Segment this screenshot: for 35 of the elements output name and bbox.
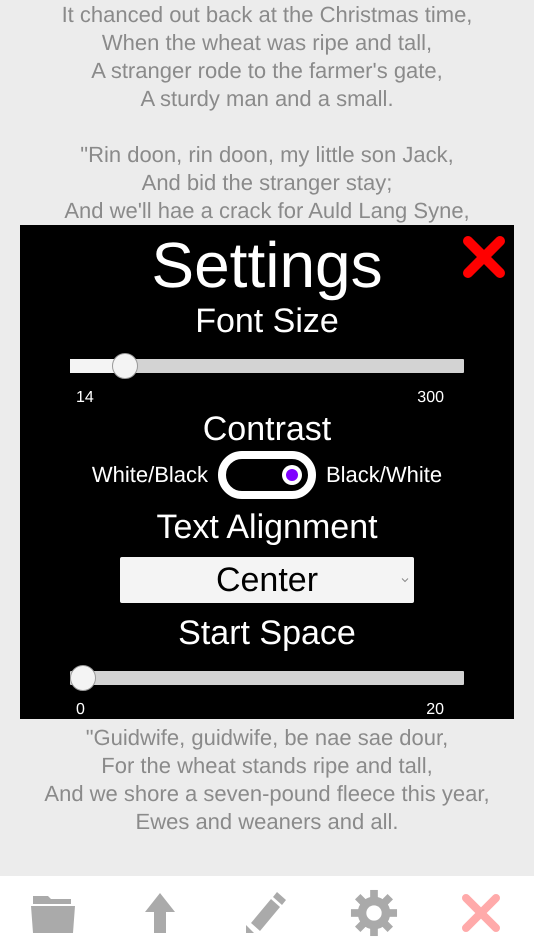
slider-thumb[interactable] [70, 665, 96, 691]
section-label: Text Alignment [156, 507, 378, 547]
close-icon [460, 893, 501, 933]
toggle-left-label: White/Black [92, 462, 208, 488]
poem-line: "Guidwife, guidwife, be nae sae dour, [86, 724, 448, 752]
slider-max-label: 20 [426, 701, 444, 719]
poem-line: Ewes and weaners and all. [136, 808, 398, 836]
poem-line: A stranger rode to the farmer's gate, [91, 57, 443, 85]
slider-min-label: 0 [76, 701, 85, 719]
poem-line: And we'll hae a crack for Auld Lang Syne, [64, 197, 470, 225]
poem-line: "Rin doon, rin doon, my little son Jack, [80, 141, 454, 169]
section-label: Start Space [178, 613, 356, 653]
slider-thumb[interactable] [112, 353, 138, 379]
pencil-icon [246, 890, 288, 936]
slider-max-label: 300 [417, 389, 444, 407]
section-label: Font Size [195, 301, 339, 341]
poem-line: And we shore a seven-pound fleece this year, [44, 780, 490, 808]
toggle-right-label: Black/White [326, 462, 442, 488]
poem-line: When the wheat was ripe and tall, [102, 29, 432, 57]
slider[interactable] [70, 353, 464, 379]
slider[interactable] [70, 665, 464, 691]
contrast-toggle[interactable] [218, 451, 316, 499]
folder-icon [30, 893, 76, 933]
section-label: Contrast [202, 409, 332, 449]
poem-line: For the wheat stands ripe and tall, [101, 752, 433, 780]
arrow-up-icon [144, 892, 176, 934]
alignment-select[interactable]: Center [120, 557, 414, 603]
slider-min-label: 14 [76, 389, 94, 407]
poem-line: It chanced out back at the Christmas time, [62, 1, 472, 29]
poem-line: A sturdy man and a small. [140, 85, 394, 113]
close-button[interactable] [462, 235, 506, 279]
caret-icon [401, 577, 409, 583]
settings-icon [350, 888, 398, 938]
dialog-title: Settings [151, 229, 383, 301]
poem-line: And bid the stranger stay; [142, 169, 392, 197]
